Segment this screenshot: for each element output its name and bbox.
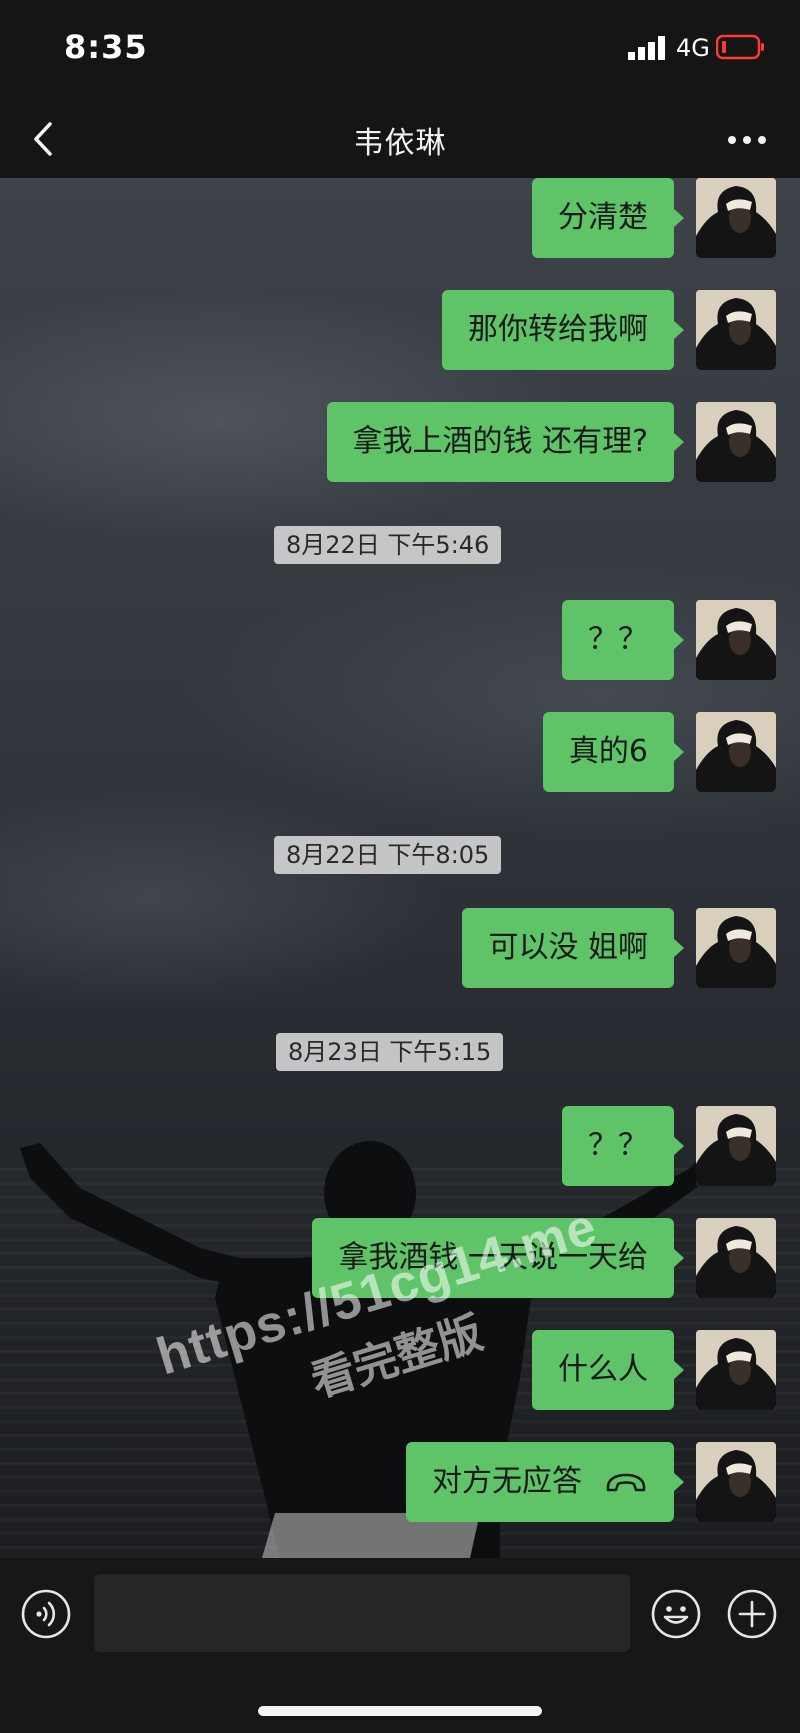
message-row: 分清楚 <box>0 178 800 258</box>
avatar-image <box>696 712 776 792</box>
chat-screen: 8:35 4G 韦依琳 分清楚 那你转给我啊 拿我上酒的钱 还有理? 8月22日… <box>0 0 800 1733</box>
avatar[interactable] <box>696 908 776 988</box>
message-bubble[interactable]: 拿我上酒的钱 还有理? <box>326 402 685 482</box>
message-bubble[interactable]: 那你转给我啊 <box>442 290 684 370</box>
voice-call-bubble[interactable]: 对方无应答 <box>406 1442 684 1522</box>
avatar[interactable] <box>696 178 776 258</box>
message-row: 什么人 <box>0 1330 800 1410</box>
chat-area[interactable]: 分清楚 那你转给我啊 拿我上酒的钱 还有理? 8月22日 下午5:46 ？？ 真… <box>0 178 800 1558</box>
avatar[interactable] <box>696 1330 776 1410</box>
timestamp: 8月22日 下午5:46 <box>274 526 502 564</box>
avatar[interactable] <box>696 712 776 792</box>
input-bar <box>0 1558 800 1733</box>
avatar[interactable] <box>696 402 776 482</box>
call-status-text: 对方无应答 <box>432 1464 582 1499</box>
message-row: 可以没 姐啊 <box>0 908 800 988</box>
message-bubble[interactable]: 什么人 <box>532 1330 684 1410</box>
chat-title: 韦依琳 <box>353 126 447 161</box>
emoji-icon[interactable] <box>650 1588 702 1640</box>
message-bubble[interactable]: 拿我酒钱 一天说一天给 <box>312 1218 684 1298</box>
avatar[interactable] <box>696 1106 776 1186</box>
signal-bars-icon <box>628 36 665 60</box>
avatar[interactable] <box>696 1442 776 1522</box>
message-bubble[interactable]: 分清楚 <box>532 178 684 258</box>
message-row: 拿我酒钱 一天说一天给 <box>0 1218 800 1298</box>
plus-icon[interactable] <box>726 1588 778 1640</box>
avatar-image <box>696 1218 776 1298</box>
voice-icon[interactable] <box>20 1588 72 1640</box>
avatar-image <box>696 290 776 370</box>
battery-low-icon <box>716 34 764 60</box>
message-row: 真的6 <box>0 712 800 792</box>
timestamp: 8月22日 下午8:05 <box>274 836 502 874</box>
avatar-image <box>696 1442 776 1522</box>
avatar-image <box>696 1106 776 1186</box>
message-row: 对方无应答 <box>0 1442 800 1522</box>
message-bubble[interactable]: 可以没 姐啊 <box>462 908 684 988</box>
status-time: 8:35 <box>64 28 148 66</box>
message-bubble[interactable]: ？？ <box>562 600 684 680</box>
avatar-image <box>696 600 776 680</box>
avatar[interactable] <box>696 290 776 370</box>
status-bar: 8:35 4G <box>0 0 800 100</box>
avatar-image <box>696 402 776 482</box>
message-bubble[interactable]: 真的6 <box>542 712 685 792</box>
message-row: ？？ <box>0 1106 800 1186</box>
phone-hangup-icon <box>606 1473 646 1491</box>
message-row: 拿我上酒的钱 还有理? <box>0 402 800 482</box>
avatar-image <box>696 908 776 988</box>
timestamp: 8月23日 下午5:15 <box>276 1033 504 1071</box>
home-indicator <box>258 1706 542 1716</box>
more-dots-icon[interactable] <box>722 122 772 158</box>
nav-bar: 韦依琳 <box>0 100 800 178</box>
avatar-image <box>696 178 776 258</box>
message-row: ？？ <box>0 600 800 680</box>
network-label: 4G <box>676 34 710 62</box>
message-row: 那你转给我啊 <box>0 290 800 370</box>
avatar[interactable] <box>696 600 776 680</box>
message-bubble[interactable]: ？？ <box>562 1106 684 1186</box>
avatar-image <box>696 1330 776 1410</box>
avatar[interactable] <box>696 1218 776 1298</box>
message-input[interactable] <box>94 1574 630 1652</box>
